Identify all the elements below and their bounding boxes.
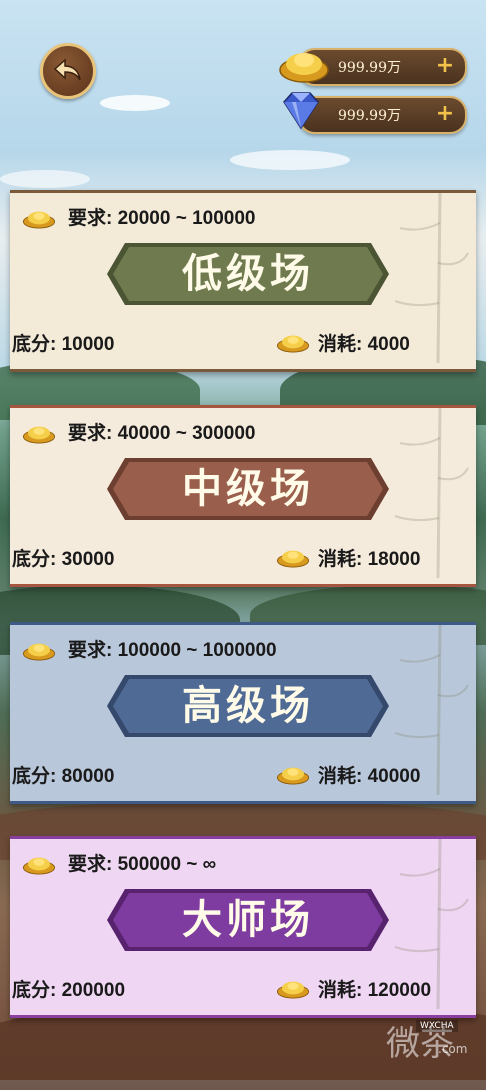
room-card-2[interactable]: 要求: 100000 ~ 1000000 高级场底分: 80000 消耗: 4000…: [10, 622, 476, 804]
room-requirement: 要求: 40000 ~ 300000: [68, 423, 256, 444]
room-title: 大师场: [182, 897, 314, 943]
gold-ingot-icon: [22, 426, 56, 444]
gold-ingot-icon: [22, 211, 56, 229]
room-card-0[interactable]: 要求: 20000 ~ 100000 低级场底分: 10000 消耗: 4000: [10, 190, 476, 372]
room-card-3[interactable]: 要求: 500000 ~ ∞ 大师场底分: 200000 消耗: 120000: [10, 836, 476, 1018]
diamond-value: 999.99万: [338, 108, 401, 124]
room-base-score: 底分: 80000: [12, 766, 115, 787]
add-diamond-button[interactable]: +: [435, 101, 455, 126]
room-requirement: 要求: 20000 ~ 100000: [68, 208, 256, 229]
room-requirement: 要求: 500000 ~ ∞: [68, 854, 217, 875]
gold-ingot-icon: [276, 767, 310, 785]
room-card-1[interactable]: 要求: 40000 ~ 300000 中级场底分: 30000 消耗: 18000: [10, 405, 476, 587]
gold-ingot-icon: [279, 53, 329, 83]
add-gold-button[interactable]: +: [435, 53, 455, 78]
plus-icon: +: [435, 53, 455, 78]
room-title-banner[interactable]: 中级场: [105, 456, 391, 522]
room-base-score: 底分: 30000: [12, 549, 115, 570]
diamond-icon: [283, 92, 319, 130]
room-cost: 消耗: 18000: [318, 549, 421, 570]
room-cost: 消耗: 40000: [318, 766, 421, 787]
back-button[interactable]: [40, 43, 96, 99]
room-cost: 消耗: 4000: [318, 334, 410, 355]
gold-ingot-icon: [276, 550, 310, 568]
gold-ingot-icon: [22, 643, 56, 661]
room-base-score: 底分: 10000: [12, 334, 115, 355]
room-title: 低级场: [182, 251, 314, 297]
room-cost: 消耗: 120000: [318, 980, 432, 1001]
watermark: 微茶 WXCHA .com: [330, 1012, 480, 1072]
gold-ingot-icon: [22, 857, 56, 875]
gold-ingot-icon: [276, 335, 310, 353]
gold-value: 999.99万: [338, 60, 401, 76]
watermark-label: WXCHA: [416, 1020, 458, 1032]
back-arrow-icon: [53, 58, 81, 81]
watermark-domain: .com: [438, 1042, 468, 1056]
room-title-banner[interactable]: 低级场: [105, 241, 391, 307]
room-title: 中级场: [182, 466, 314, 512]
room-title-banner[interactable]: 高级场: [105, 673, 391, 739]
room-title: 高级场: [182, 683, 314, 729]
room-title-banner[interactable]: 大师场: [105, 887, 391, 953]
plus-icon: +: [435, 101, 455, 126]
gold-ingot-icon: [276, 981, 310, 999]
room-base-score: 底分: 200000: [12, 980, 126, 1001]
room-requirement: 要求: 100000 ~ 1000000: [68, 640, 277, 661]
